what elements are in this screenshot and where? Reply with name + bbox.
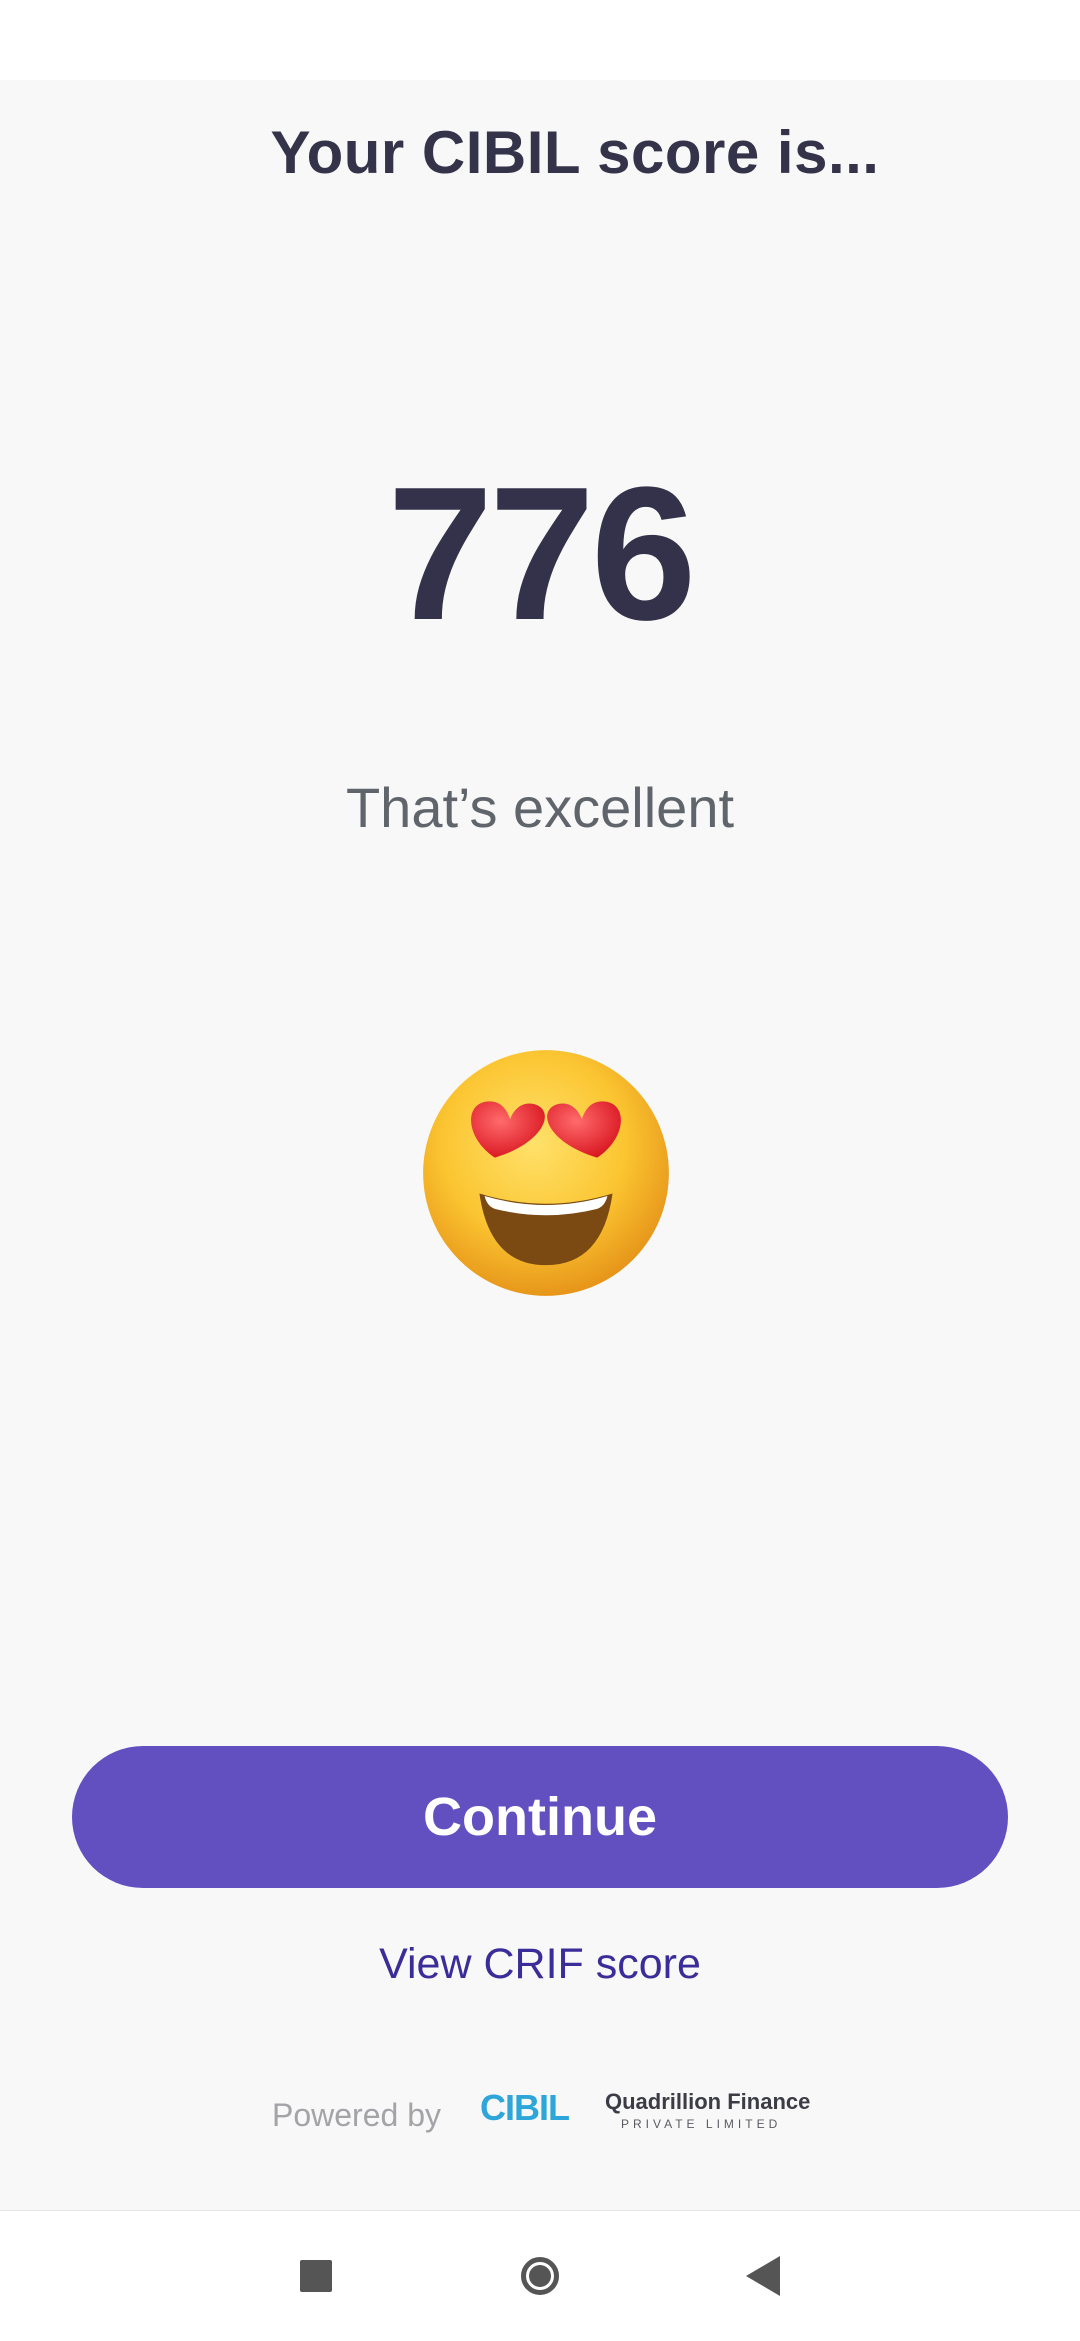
score-description: That’s excellent xyxy=(345,776,735,839)
recents-icon xyxy=(300,2260,332,2292)
home-icon xyxy=(521,2257,559,2295)
page-title: Your CIBIL score is... xyxy=(270,119,880,186)
recents-button[interactable] xyxy=(281,2241,351,2311)
home-button[interactable] xyxy=(505,2241,575,2311)
view-crif-score-link[interactable]: View CRIF score xyxy=(0,1940,1080,1989)
quadrillion-finance-logo: Quadrillion Finance PRIVATE LIMITED xyxy=(605,2089,811,2131)
back-icon xyxy=(746,2256,780,2296)
powered-by-label: Powered by xyxy=(272,2097,441,2133)
heart-eyes-emoji-icon xyxy=(423,1050,669,1296)
cibil-logo: CIBIL xyxy=(480,2087,570,2128)
cibil-score-value: 776 xyxy=(387,448,696,660)
powered-by-footer: Powered by CIBIL Quadrillion Finance PRI… xyxy=(0,2085,1080,2155)
continue-button[interactable]: Continue xyxy=(72,1746,1008,1888)
status-bar xyxy=(0,0,1080,80)
system-navigation-bar xyxy=(0,2210,1080,2341)
back-button[interactable] xyxy=(728,2241,798,2311)
